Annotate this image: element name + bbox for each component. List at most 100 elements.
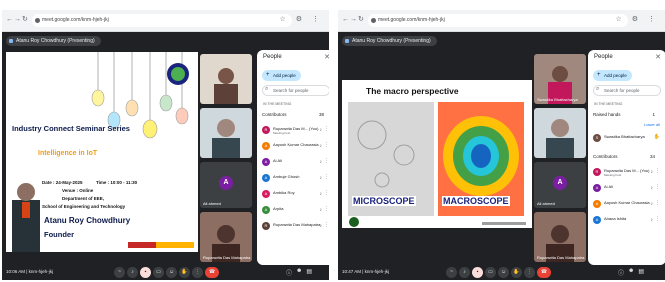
mic-icon[interactable]: ♪ bbox=[320, 191, 323, 197]
raise-hand-icon[interactable]: ✋ bbox=[654, 134, 660, 140]
contributors-group[interactable]: Contributors 34 bbox=[593, 152, 661, 162]
list-item[interactable]: A Arpita ♪ ⋮ bbox=[262, 204, 329, 217]
close-icon[interactable]: ✕ bbox=[324, 53, 329, 61]
mic-icon[interactable]: ♪ bbox=[127, 267, 138, 278]
list-item[interactable]: A Ai Ali ♪ ⋮ bbox=[593, 182, 661, 195]
participant-tile[interactable]: Rupanwita Das Mahapatra bbox=[534, 212, 586, 262]
mic-icon[interactable]: ♪ bbox=[320, 175, 323, 181]
contributors-group[interactable]: Contributors 38 bbox=[262, 110, 329, 120]
browser-actions[interactable]: ☆ ⚙ ⋮ bbox=[616, 15, 659, 23]
list-item[interactable]: A Ahana Ishita ♪ ⋮ bbox=[593, 214, 661, 227]
emoji-icon[interactable]: ☺ bbox=[498, 267, 509, 278]
reload-icon[interactable]: ↻ bbox=[358, 16, 364, 23]
chat-icon[interactable]: ▤ bbox=[638, 268, 644, 277]
participant-tile[interactable]: A Ali ahmed bbox=[534, 162, 586, 208]
search-input[interactable]: Search for people bbox=[262, 85, 329, 96]
mic-icon[interactable]: ♪ bbox=[320, 223, 323, 229]
avatar: A bbox=[262, 206, 270, 214]
address-bar[interactable]: meet.google.com/knm-hjeh-jkj bbox=[32, 14, 292, 27]
mic-icon[interactable]: ♪ bbox=[651, 201, 654, 207]
back-icon[interactable]: ← bbox=[6, 16, 13, 23]
forward-icon[interactable]: → bbox=[350, 16, 357, 23]
avatar: A bbox=[593, 200, 601, 208]
more-options-icon[interactable]: ⋮ bbox=[655, 200, 660, 206]
leave-call-button[interactable]: ☎ bbox=[537, 267, 551, 278]
list-item[interactable]: A Ambika Roy ♪ ⋮ bbox=[262, 188, 329, 201]
list-item[interactable]: S Swastika Bhattacharya ✋ bbox=[593, 132, 661, 145]
info-icon[interactable]: ⓘ bbox=[618, 268, 624, 277]
more-options-icon[interactable]: ⋮ bbox=[324, 174, 329, 180]
more-options-icon[interactable]: ⋮ bbox=[192, 267, 203, 278]
lower-all-button[interactable]: Lower all bbox=[644, 122, 660, 127]
mic-icon[interactable]: ♪ bbox=[320, 207, 323, 213]
mic-icon[interactable]: ♪ bbox=[320, 143, 323, 149]
participant-tile[interactable] bbox=[200, 108, 252, 158]
mic-icon[interactable]: ♪ bbox=[651, 217, 654, 223]
info-icon[interactable]: ⓘ bbox=[286, 268, 292, 277]
participant-tile[interactable]: Swastika Bhattacharya bbox=[534, 54, 586, 104]
mic-icon[interactable]: ♪ bbox=[459, 267, 470, 278]
participant-tile[interactable] bbox=[200, 54, 252, 104]
chat-icon[interactable]: ▤ bbox=[306, 268, 312, 277]
forward-icon[interactable]: → bbox=[14, 16, 21, 23]
camera-off-icon[interactable]: ▪ bbox=[140, 267, 151, 278]
section-label: IN THE MEETING bbox=[263, 102, 292, 106]
list-item[interactable]: R Rupanwita Das M... (You) Meeting host … bbox=[593, 166, 661, 179]
more-options-icon[interactable]: ⋮ bbox=[324, 158, 329, 164]
more-options-icon[interactable]: ⋮ bbox=[324, 190, 329, 196]
mic-icon[interactable]: ♪ bbox=[320, 159, 323, 165]
address-bar[interactable]: meet.google.com/knm-hjeh-jkj bbox=[368, 14, 628, 27]
more-options-icon[interactable]: ⋮ bbox=[655, 216, 660, 222]
mic-icon[interactable]: ♪ bbox=[651, 185, 654, 191]
raise-hand-icon[interactable]: ✋ bbox=[179, 267, 190, 278]
more-options-icon[interactable]: ⋮ bbox=[655, 168, 660, 174]
more-options-icon[interactable]: ⋮ bbox=[324, 206, 329, 212]
participant-tile[interactable]: A Ali ahmed bbox=[200, 162, 252, 208]
raise-hand-icon[interactable]: ✋ bbox=[511, 267, 522, 278]
close-icon[interactable]: ✕ bbox=[655, 53, 661, 61]
raised-hands-group[interactable]: Raised hands 1 bbox=[593, 110, 661, 120]
more-options-icon[interactable]: ⋮ bbox=[324, 126, 329, 132]
avatar: R bbox=[262, 126, 270, 134]
list-item[interactable]: R Rupanwita Das M... (You) Meeting host … bbox=[262, 124, 329, 137]
slide-dept: Department of EEE, bbox=[62, 196, 105, 201]
more-options-icon[interactable]: ⋮ bbox=[324, 142, 329, 148]
shared-slide: The macro perspective MICROSCOPE MACROSC… bbox=[342, 80, 532, 228]
more-options-icon[interactable]: ⋮ bbox=[655, 184, 660, 190]
participant-tile[interactable] bbox=[534, 108, 586, 158]
people-icon[interactable]: ☻ bbox=[628, 268, 634, 277]
list-item[interactable]: A Ai Ali ♪ ⋮ bbox=[262, 156, 329, 169]
back-icon[interactable]: ← bbox=[342, 16, 349, 23]
captions-icon[interactable]: ~ bbox=[446, 267, 457, 278]
add-people-button[interactable]: Add people bbox=[262, 70, 301, 81]
present-icon[interactable]: ▭ bbox=[153, 267, 164, 278]
site-info-icon[interactable] bbox=[35, 18, 40, 23]
participant-tile[interactable]: Rupanwita Das Mahapatra bbox=[200, 212, 252, 262]
leave-call-button[interactable]: ☎ bbox=[205, 267, 219, 278]
captions-icon[interactable]: ~ bbox=[114, 267, 125, 278]
list-item[interactable]: A Ambuje Ghosh ♪ ⋮ bbox=[262, 172, 329, 185]
search-input[interactable]: Search for people bbox=[593, 85, 661, 96]
more-options-icon[interactable]: ⋮ bbox=[524, 267, 535, 278]
list-item[interactable]: A Aayush Kumar Chaurasia ♪ ⋮ bbox=[262, 140, 329, 153]
emoji-icon[interactable]: ☺ bbox=[166, 267, 177, 278]
site-info-icon[interactable] bbox=[371, 18, 376, 23]
add-people-button[interactable]: Add people bbox=[593, 70, 632, 81]
more-options-icon[interactable]: ⋮ bbox=[324, 222, 329, 228]
participant-name: Aayush Kumar Chaurasia bbox=[604, 200, 650, 205]
people-title: People bbox=[594, 54, 613, 60]
slide-subtitle: Intelligence in IoT bbox=[38, 150, 98, 157]
list-item[interactable]: R Rupanwita Das Mahapatra ♪ ⋮ bbox=[262, 220, 329, 233]
camera-off-icon[interactable]: ▪ bbox=[472, 267, 483, 278]
present-icon[interactable]: ▭ bbox=[485, 267, 496, 278]
macroscope-label: MACROSCOPE bbox=[442, 196, 510, 206]
browser-actions[interactable]: ☆ ⚙ ⋮ bbox=[280, 15, 323, 23]
meeting-time-code: 10:47 AM | knm-hjeh-jkj bbox=[342, 269, 389, 274]
mic-icon[interactable]: ♪ bbox=[651, 169, 654, 175]
reload-icon[interactable]: ↻ bbox=[22, 16, 28, 23]
people-icon[interactable]: ☻ bbox=[296, 268, 302, 277]
list-item[interactable]: A Aayush Kumar Chaurasia ♪ ⋮ bbox=[593, 198, 661, 211]
participant-name: Ali ahmed bbox=[537, 201, 555, 206]
avatar: R bbox=[593, 168, 601, 176]
mic-icon[interactable]: ♪ bbox=[320, 127, 323, 133]
